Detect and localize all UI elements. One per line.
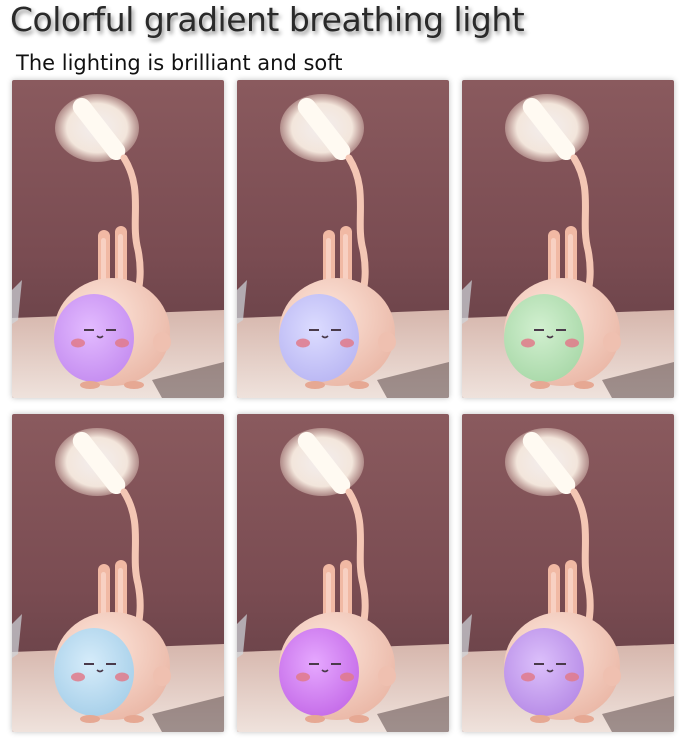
bunny-lamp-illustration	[12, 414, 224, 732]
bunny-lamp-illustration	[12, 80, 224, 398]
lamp-photo-5	[237, 414, 449, 732]
bunny-lamp-illustration	[237, 414, 449, 732]
page-title: Colorful gradient breathing light	[10, 0, 525, 39]
lamp-photo-6	[462, 414, 674, 732]
lamp-photo-1	[12, 80, 224, 398]
lamp-photo-4	[12, 414, 224, 732]
lamp-photo-2	[237, 80, 449, 398]
bunny-lamp-illustration	[462, 414, 674, 732]
bunny-lamp-illustration	[462, 80, 674, 398]
bunny-lamp-illustration	[237, 80, 449, 398]
page-subtitle: The lighting is brilliant and soft	[16, 51, 343, 75]
lamp-photo-3	[462, 80, 674, 398]
